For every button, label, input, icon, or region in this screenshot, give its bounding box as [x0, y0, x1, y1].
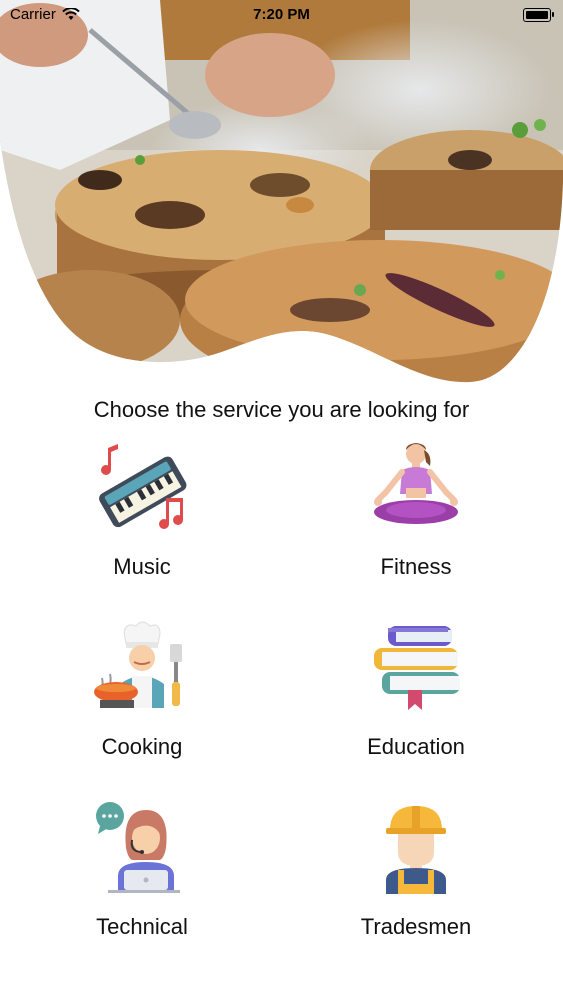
hero-image — [0, 0, 563, 390]
clock: 7:20 PM — [253, 6, 310, 23]
service-cooking[interactable]: Cooking — [42, 620, 242, 780]
battery-icon — [523, 8, 554, 22]
service-tradesmen[interactable]: Tradesmen — [316, 800, 516, 960]
music-keyboard-icon — [99, 444, 187, 529]
books-icon — [374, 626, 460, 710]
service-label: Technical — [96, 914, 188, 939]
service-label: Cooking — [101, 734, 183, 759]
status-bar: Carrier 7:20 PM — [0, 0, 563, 30]
service-label: Tradesmen — [360, 914, 472, 939]
service-label: Music — [113, 554, 171, 579]
service-education[interactable]: Education — [316, 620, 516, 780]
yoga-icon — [374, 443, 458, 524]
service-fitness[interactable]: Fitness — [316, 440, 516, 600]
support-agent-icon — [96, 802, 180, 893]
service-label: Education — [367, 734, 465, 759]
service-technical[interactable]: Technical — [42, 800, 242, 960]
chef-icon — [94, 621, 182, 708]
service-prompt: Choose the service you are looking for — [93, 397, 470, 422]
worker-icon — [386, 806, 446, 894]
service-label: Fitness — [380, 554, 452, 579]
service-music[interactable]: Music — [42, 440, 242, 600]
